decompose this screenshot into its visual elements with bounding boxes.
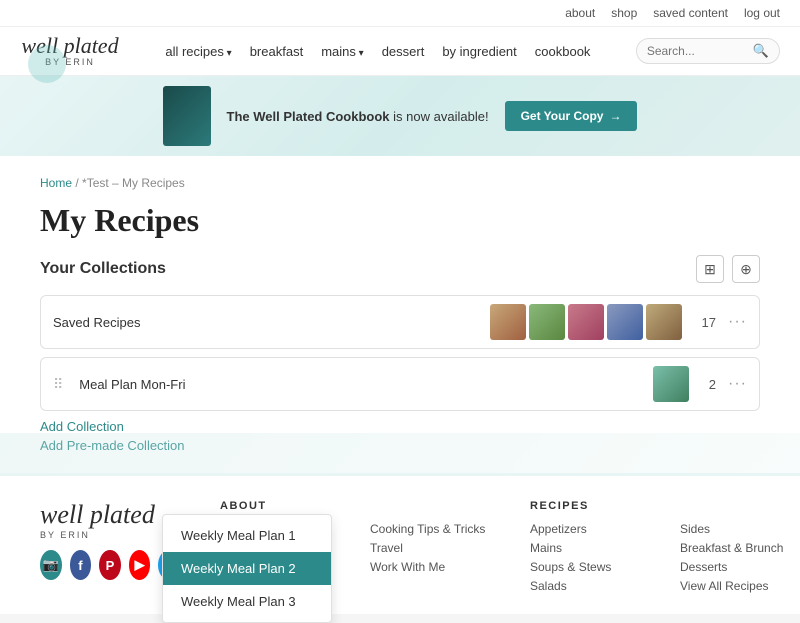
footer-social-icons: 📷 f P ▶ 🐦	[40, 550, 180, 580]
collection-count-mealplan: 2	[709, 377, 716, 392]
logo-circle	[28, 45, 66, 83]
collections-title: Your Collections	[40, 260, 166, 278]
instagram-icon[interactable]: 📷	[40, 550, 62, 580]
footer-logo-text: well plated	[40, 500, 180, 530]
footer-soups-stews[interactable]: Soups & Stews	[530, 560, 650, 574]
collection-images-mealplan	[653, 366, 689, 402]
topbar-shop[interactable]: shop	[611, 6, 637, 20]
footer-travel[interactable]: Travel	[370, 541, 490, 555]
footer-work-with-me[interactable]: Work With Me	[370, 560, 490, 574]
add-links: Add Collection Add Pre-made Collection	[40, 419, 760, 453]
search-input[interactable]	[647, 44, 747, 58]
nav-dessert[interactable]: dessert	[382, 44, 425, 59]
topbar-about[interactable]: about	[565, 6, 595, 20]
collection-menu-mealplan[interactable]: ···	[728, 375, 747, 393]
collection-name-saved: Saved Recipes	[53, 315, 478, 330]
pinterest-icon[interactable]: P	[99, 550, 121, 580]
nav-all-recipes[interactable]: all recipes	[165, 44, 231, 59]
nav-cookbook[interactable]: cookbook	[535, 44, 591, 59]
topbar-logout[interactable]: log out	[744, 6, 780, 20]
footer-recipes-title: RECIPES	[530, 500, 650, 512]
nav-by-ingredient[interactable]: by ingredient	[442, 44, 516, 59]
collection-img-3	[568, 304, 604, 340]
footer-about-col2: Cooking Tips & Tricks Travel Work With M…	[370, 500, 490, 598]
footer-about-title2	[370, 500, 490, 512]
collection-name-mealplan: Meal Plan Mon-Fri	[79, 377, 641, 392]
collection-count-saved: 17	[702, 315, 716, 330]
footer-breakfast-brunch[interactable]: Breakfast & Brunch	[680, 541, 800, 555]
footer-appetizers[interactable]: Appetizers	[530, 522, 650, 536]
footer-desserts[interactable]: Desserts	[680, 560, 800, 574]
footer-cols-recipes: RECIPES Appetizers Mains Soups & Stews S…	[530, 500, 800, 598]
footer-logo: well plated BY ERIN 📷 f P ▶ 🐦	[40, 500, 180, 580]
add-collection-link[interactable]: Add Collection	[40, 419, 760, 434]
breadcrumb: Home / *Test – My Recipes	[40, 176, 760, 190]
logo[interactable]: well plated BY ERIN	[20, 35, 120, 67]
footer-recipes-col: RECIPES Appetizers Mains Soups & Stews S…	[530, 500, 650, 598]
collection-menu-saved[interactable]: ···	[728, 313, 747, 331]
main-nav: all recipes breakfast mains dessert by i…	[140, 44, 616, 59]
search-box[interactable]: 🔍	[636, 38, 780, 64]
footer-recipes-title2	[680, 500, 800, 512]
grid-view-button[interactable]: ⊞	[696, 255, 724, 283]
main-content: Home / *Test – My Recipes My Recipes You…	[0, 156, 800, 473]
collection-img-1	[490, 304, 526, 340]
topbar-saved[interactable]: saved content	[653, 6, 728, 20]
collections-header: Your Collections ⊞ ⊕	[40, 255, 760, 283]
page-title: My Recipes	[40, 202, 760, 239]
footer-cooking-tips[interactable]: Cooking Tips & Tricks	[370, 522, 490, 536]
collection-img-2	[529, 304, 565, 340]
footer-sides[interactable]: Sides	[680, 522, 800, 536]
dropdown-item-1[interactable]: Weekly Meal Plan 2	[163, 552, 331, 585]
footer: well plated BY ERIN 📷 f P ▶ 🐦 ABOUT Abou…	[0, 473, 800, 614]
collection-row-mealplan: ⠿ Meal Plan Mon-Fri 2 ···	[40, 357, 760, 411]
collection-img-4	[607, 304, 643, 340]
add-premade-collection-link[interactable]: Add Pre-made Collection	[40, 438, 760, 453]
banner-book-image	[163, 86, 211, 146]
collection-row-saved: Saved Recipes 17 ···	[40, 295, 760, 349]
footer-logo-sub: BY ERIN	[40, 530, 180, 540]
banner-text: The Well Plated Cookbook is now availabl…	[227, 109, 489, 124]
footer-view-all[interactable]: View All Recipes	[680, 579, 800, 593]
footer-about-title: ABOUT	[220, 500, 340, 512]
banner: The Well Plated Cookbook is now availabl…	[0, 76, 800, 156]
breadcrumb-home[interactable]: Home	[40, 176, 72, 190]
collections-actions: ⊞ ⊕	[696, 255, 760, 283]
dropdown-item-0[interactable]: Weekly Meal Plan 1	[163, 519, 331, 552]
dropdown-menu: Weekly Meal Plan 1 Weekly Meal Plan 2 We…	[162, 514, 332, 623]
nav-mains[interactable]: mains	[321, 44, 364, 59]
top-bar: about shop saved content log out	[0, 0, 800, 27]
facebook-icon[interactable]: f	[70, 550, 92, 580]
banner-subtitle: is now available!	[393, 109, 488, 124]
nav-breakfast[interactable]: breakfast	[250, 44, 303, 59]
add-collection-icon-button[interactable]: ⊕	[732, 255, 760, 283]
collection-images-saved	[490, 304, 682, 340]
footer-salads[interactable]: Salads	[530, 579, 650, 593]
book-cover	[163, 86, 211, 146]
banner-book-title: The Well Plated Cookbook	[227, 109, 390, 124]
footer-mains[interactable]: Mains	[530, 541, 650, 555]
collection-img-6	[653, 366, 689, 402]
youtube-icon[interactable]: ▶	[129, 550, 151, 580]
collection-img-5	[646, 304, 682, 340]
header: well plated BY ERIN all recipes breakfas…	[0, 27, 800, 76]
banner-cta-button[interactable]: Get Your Copy	[505, 101, 638, 131]
search-icon: 🔍	[753, 43, 769, 59]
footer-recipes-col2: Sides Breakfast & Brunch Desserts View A…	[680, 500, 800, 598]
drag-handle-icon[interactable]: ⠿	[53, 376, 63, 393]
breadcrumb-current: *Test – My Recipes	[82, 176, 185, 190]
